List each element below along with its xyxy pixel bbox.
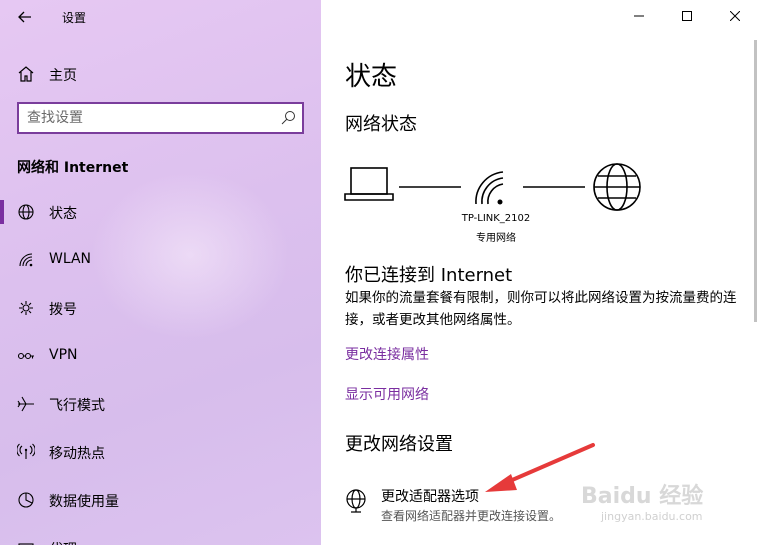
network-status-heading: 网络状态 [345, 114, 417, 135]
search-icon[interactable] [280, 110, 296, 126]
content-pane: 状态 网络状态 TP-LINK_2102 专用网络 你已连接到 Internet… [321, 0, 759, 545]
sidebar: 设置 主页 网络和 Internet 状态 WLAN [0, 0, 321, 545]
connected-heading: 你已连接到 Internet [345, 265, 513, 286]
sidebar-item-label: WLAN [49, 251, 92, 267]
internet-globe-icon [593, 163, 641, 211]
sidebar-item-label: 数据使用量 [49, 494, 119, 510]
sidebar-item-mobile-hotspot[interactable]: 移动热点 [0, 432, 321, 472]
home-nav-item[interactable]: 主页 [0, 58, 321, 88]
sidebar-item-wlan[interactable]: WLAN [0, 240, 321, 280]
adapter-description: 查看网络适配器并更改连接设置。 [381, 509, 562, 523]
wifi-router-icon [475, 171, 504, 205]
title-bar: 设置 [0, 0, 321, 34]
maximize-button[interactable] [664, 0, 710, 32]
minimize-button[interactable] [616, 0, 662, 32]
home-icon [18, 66, 34, 82]
show-available-networks-link[interactable]: 显示可用网络 [345, 384, 429, 404]
sidebar-item-label: 状态 [49, 206, 77, 222]
sidebar-item-dialup[interactable]: 拨号 [0, 288, 321, 328]
selection-indicator [0, 200, 4, 224]
data-usage-icon [18, 492, 34, 508]
sidebar-item-airplane-mode[interactable]: 飞行模式 [0, 384, 321, 424]
hotspot-icon [17, 443, 35, 459]
sidebar-item-label: 拨号 [49, 302, 77, 318]
minimize-icon [634, 15, 644, 17]
sidebar-item-proxy[interactable]: 代理 [0, 528, 321, 545]
sidebar-item-status[interactable]: 状态 [0, 192, 321, 232]
vpn-icon [17, 352, 34, 360]
dialup-icon [19, 301, 33, 315]
sidebar-item-label: 飞行模式 [49, 398, 105, 414]
network-name: TP-LINK_2102 [461, 213, 531, 224]
watermark-text: Baidu 经验 [581, 484, 704, 509]
app-title: 设置 [62, 11, 87, 25]
page-title: 状态 [345, 62, 398, 92]
proxy-icon [18, 543, 34, 545]
close-button[interactable] [712, 0, 758, 32]
close-icon [730, 11, 740, 21]
home-label: 主页 [49, 68, 77, 84]
back-button[interactable] [10, 5, 40, 29]
airplane-icon [17, 396, 34, 412]
maximize-icon [682, 11, 692, 21]
adapter-icon [346, 489, 366, 513]
sidebar-item-vpn[interactable]: VPN [0, 336, 321, 376]
arrow-left-icon [18, 11, 31, 23]
sidebar-item-label: VPN [49, 347, 78, 363]
network-type: 专用网络 [476, 233, 516, 244]
section-label: 网络和 Internet [17, 160, 129, 176]
scrollbar[interactable] [754, 40, 757, 322]
watermark-url: jingyan.baidu.com [601, 510, 703, 523]
globe-icon [18, 204, 34, 220]
laptop-icon [344, 167, 394, 201]
sidebar-item-data-usage[interactable]: 数据使用量 [0, 480, 321, 520]
change-connection-properties-link[interactable]: 更改连接属性 [345, 344, 429, 364]
change-network-settings-heading: 更改网络设置 [345, 434, 453, 455]
adapter-title: 更改适配器选项 [381, 489, 479, 505]
network-diagram [344, 163, 641, 211]
search-input[interactable] [27, 108, 267, 128]
connection-description: 如果你的流量套餐有限制，则你可以将此网络设置为按流量费的连接，或者更改其他网络属… [345, 290, 737, 328]
sidebar-item-label: 代理 [49, 539, 77, 545]
search-box[interactable] [17, 102, 304, 134]
wifi-icon [19, 253, 33, 267]
sidebar-item-label: 移动热点 [49, 446, 105, 462]
